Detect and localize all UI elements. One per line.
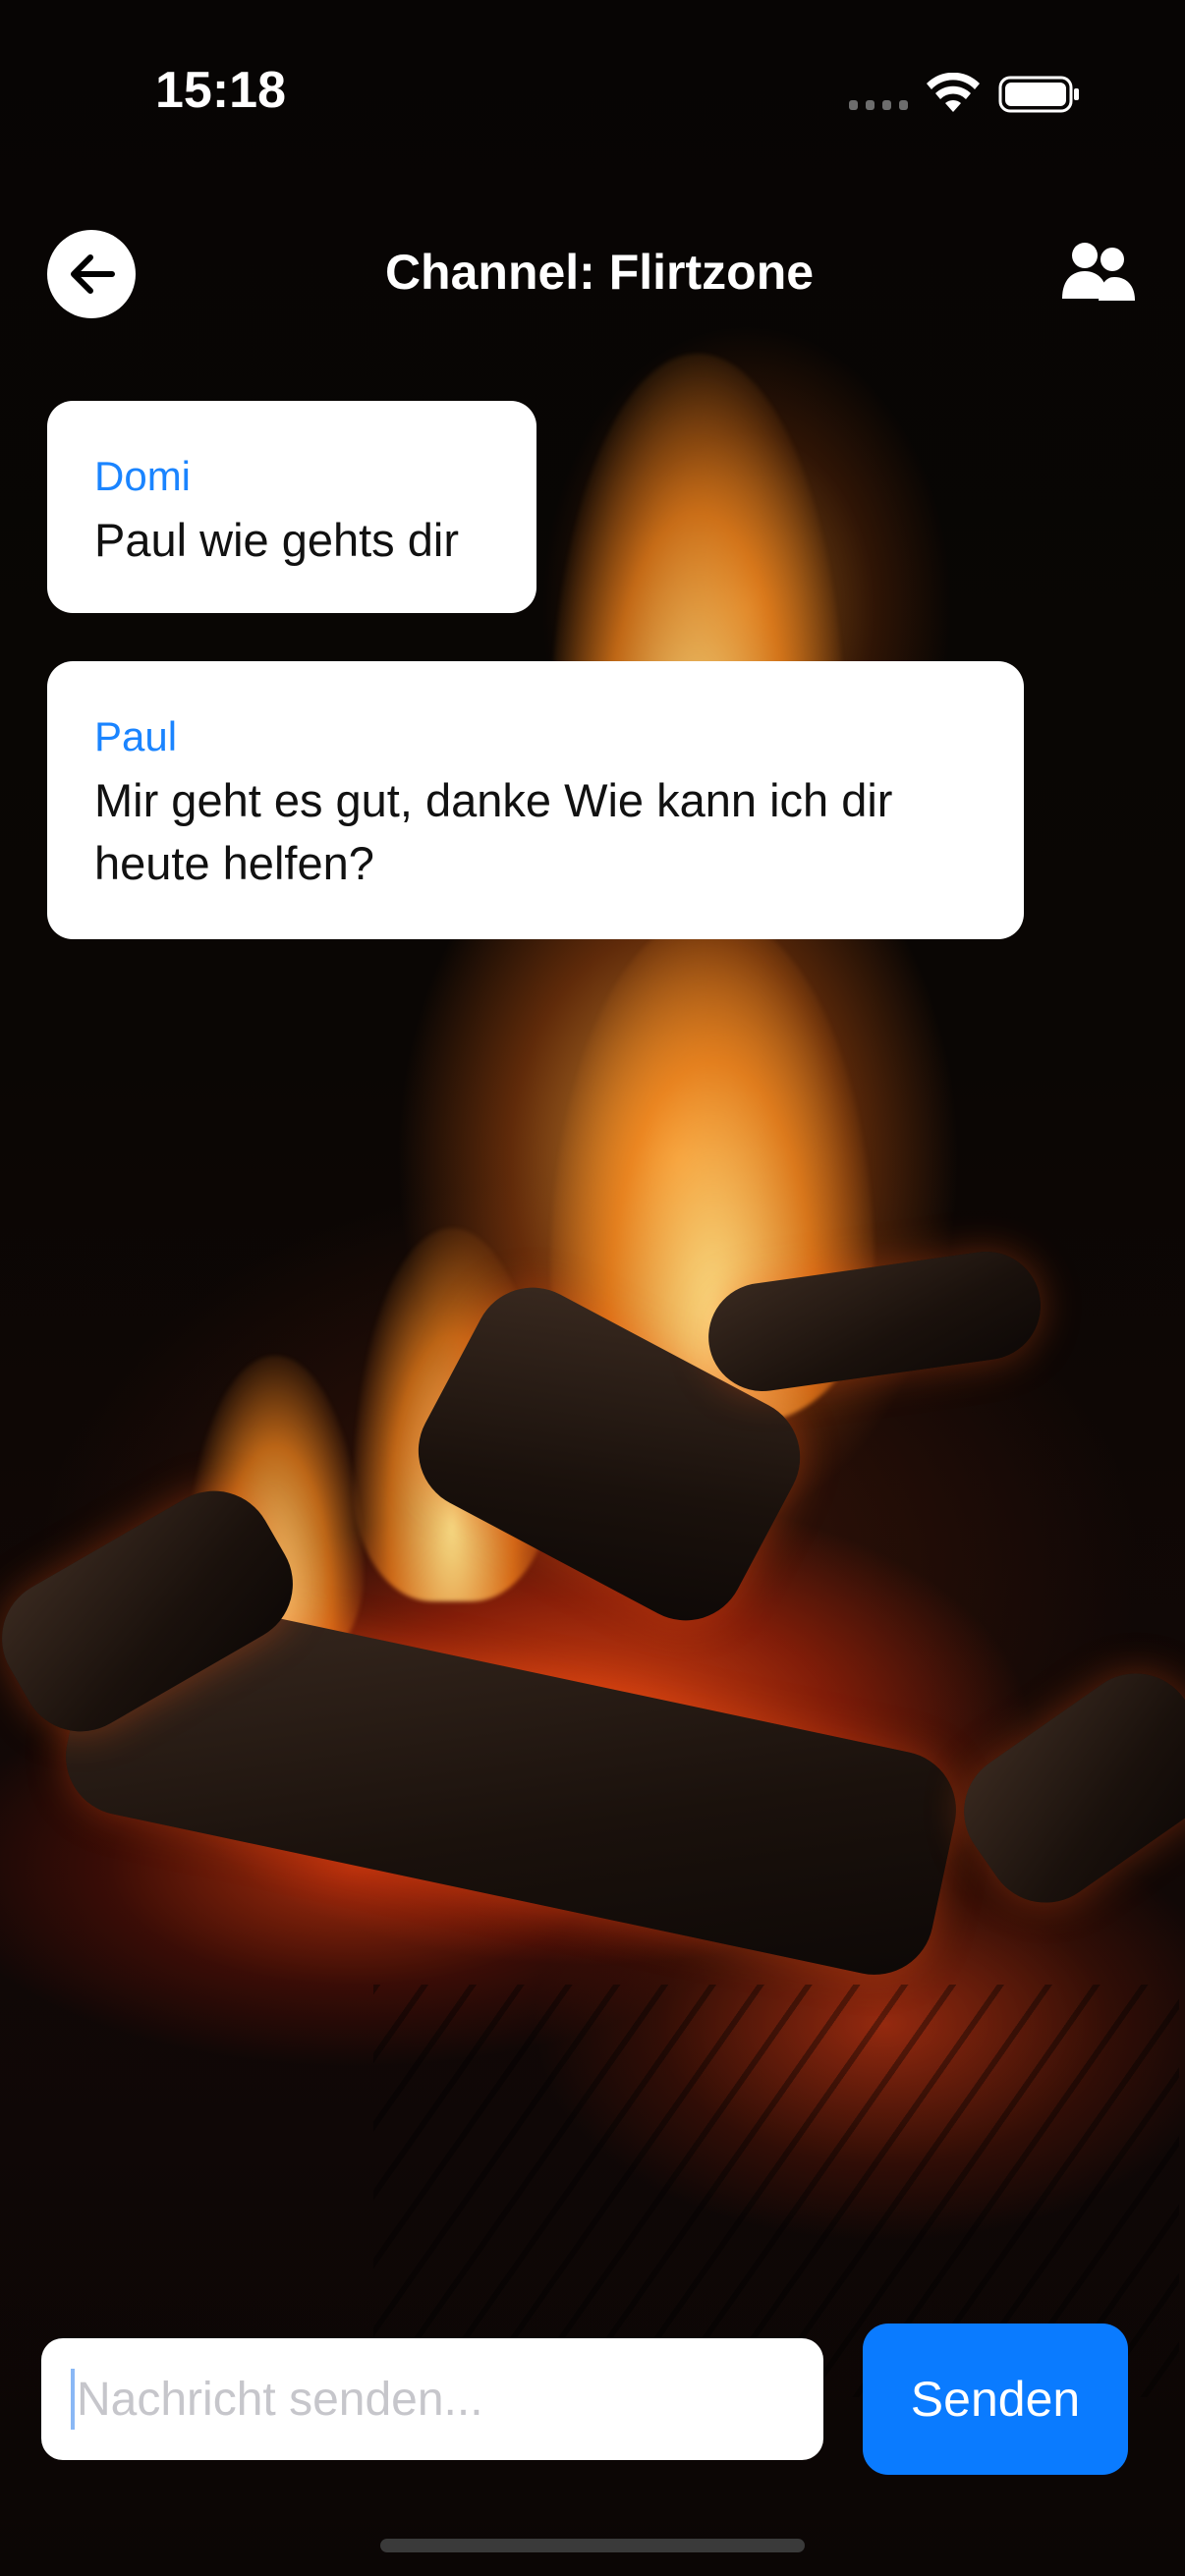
message-text: Mir geht es gut, danke Wie kann ich dir … <box>94 774 893 889</box>
message-text: Paul wie gehts dir <box>94 514 459 566</box>
text-caret <box>71 2369 75 2430</box>
cellular-signal-icon <box>849 100 908 114</box>
back-button[interactable] <box>47 230 136 318</box>
chat-screen: 15:18 Channel: Flirtzone Domi Paul wie g… <box>0 0 1185 2576</box>
page-title: Channel: Flirtzone <box>384 245 815 300</box>
message-input-placeholder: Nachricht senden... <box>77 2373 483 2426</box>
status-bar: 15:18 <box>0 0 1185 187</box>
campfire-background <box>0 0 1185 2576</box>
log <box>940 1650 1185 1927</box>
status-time: 15:18 <box>155 62 286 119</box>
wifi-icon <box>927 73 980 112</box>
message-input[interactable]: Nachricht senden... <box>41 2338 823 2460</box>
users-icon[interactable] <box>1061 240 1136 307</box>
message-bubble: Domi Paul wie gehts dir <box>47 401 536 613</box>
arrow-left-icon <box>71 254 115 294</box>
send-button[interactable]: Senden <box>863 2324 1128 2475</box>
home-indicator <box>380 2539 805 2552</box>
battery-icon <box>998 76 1079 113</box>
message-sender: Paul <box>94 713 178 759</box>
message-bubble: Paul Mir geht es gut, danke Wie kann ich… <box>47 661 1024 939</box>
message-sender: Domi <box>94 453 192 499</box>
